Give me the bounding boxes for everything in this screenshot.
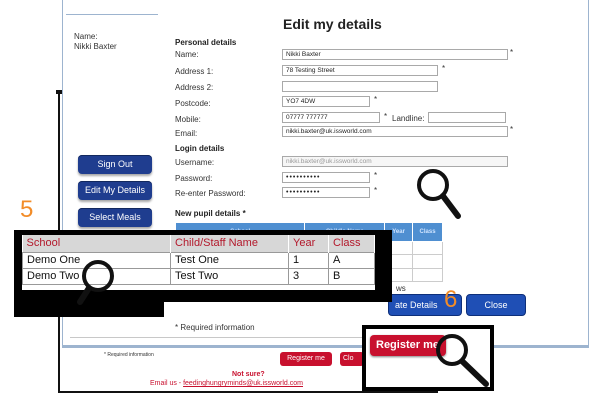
landline-label: Landline:: [392, 114, 425, 123]
user-name-value: Nikki Baxter: [74, 42, 117, 51]
email-input[interactable]: nikki.baxter@uk.issworld.com: [282, 126, 508, 137]
required-mark: *: [442, 64, 446, 73]
required-mark: *: [374, 186, 378, 195]
cell-name: Test Two: [170, 267, 289, 285]
magnifier-icon: [417, 169, 461, 219]
postcode-label: Postcode:: [175, 99, 211, 108]
small-col-class: Class: [412, 222, 443, 242]
address1-input[interactable]: 78 Testing Street: [282, 65, 438, 76]
bg-close-button[interactable]: Clo: [340, 352, 364, 366]
support-email-link[interactable]: feedinghungryminds@uk.issworld.com: [183, 380, 303, 387]
password-label: Password:: [175, 174, 213, 183]
reenter-password-label: Re-enter Password:: [175, 189, 246, 198]
bg-register-button[interactable]: Register me: [280, 352, 332, 366]
user-name-label: Name:: [74, 32, 98, 41]
bracket-bottom: [58, 391, 438, 393]
address2-input[interactable]: [282, 81, 438, 92]
login-details-heading: Login details: [175, 144, 225, 153]
col-child-staff-name: Child/Staff Name: [170, 235, 289, 252]
username-input[interactable]: nikki.baxter@uk.issworld.com: [282, 156, 508, 167]
mobile-label: Mobile:: [175, 115, 201, 124]
cell-class: B: [328, 267, 375, 285]
edit-my-details-button[interactable]: Edit My Details: [78, 181, 152, 200]
postcode-input[interactable]: YO7 4DW: [282, 96, 370, 107]
magnifier-icon: [436, 334, 489, 387]
name-input[interactable]: Nikki Baxter: [282, 49, 508, 60]
magnifier-icon: [77, 260, 114, 305]
divider: [70, 337, 390, 338]
required-info-note: * Required information: [175, 323, 255, 332]
required-mark: *: [510, 125, 514, 134]
page-title: Edit my details: [283, 16, 382, 32]
personal-details-heading: Personal details: [175, 38, 237, 47]
required-mark: *: [510, 48, 514, 57]
mobile-input[interactable]: 07777 777777: [282, 112, 380, 123]
email-label: Email:: [175, 129, 198, 138]
pupil-table: School Child/Staff Name Year Class Demo …: [22, 235, 375, 285]
required-mark: *: [374, 95, 378, 104]
address2-label: Address 2:: [175, 83, 214, 92]
partial-text: ws: [396, 284, 406, 293]
cell-year: 1: [288, 251, 329, 269]
landline-input[interactable]: [428, 112, 506, 123]
step-number-6: 6: [444, 286, 458, 313]
zoom-panel: School Child/Staff Name Year Class Demo …: [22, 235, 375, 290]
password-input[interactable]: ••••••••••: [282, 172, 370, 183]
not-sure-text: Not sure?: [232, 371, 265, 378]
username-label: Username:: [175, 158, 215, 167]
email-us-prefix: Email us -: [150, 380, 184, 387]
pupil-details-heading: New pupil details *: [175, 209, 246, 218]
col-school: School: [22, 235, 171, 252]
bg-required-note: * Required information: [104, 352, 154, 358]
cell-year: 3: [288, 267, 329, 285]
col-year: Year: [288, 235, 329, 252]
required-mark: *: [374, 171, 378, 180]
email-us-line: Email us - feedinghungryminds@uk.issworl…: [150, 380, 303, 387]
select-meals-button[interactable]: Select Meals: [78, 208, 152, 227]
sign-out-button[interactable]: Sign Out: [78, 155, 152, 174]
step-number-5: 5: [20, 196, 34, 223]
cell-name: Test One: [170, 251, 289, 269]
required-mark: *: [384, 112, 388, 121]
cell-class: A: [328, 251, 375, 269]
name-label: Name:: [175, 50, 199, 59]
reenter-password-input[interactable]: ••••••••••: [282, 187, 370, 198]
close-button[interactable]: Close: [466, 294, 526, 316]
col-class: Class: [328, 235, 375, 252]
address1-label: Address 1:: [175, 67, 214, 76]
divider: [66, 14, 158, 15]
